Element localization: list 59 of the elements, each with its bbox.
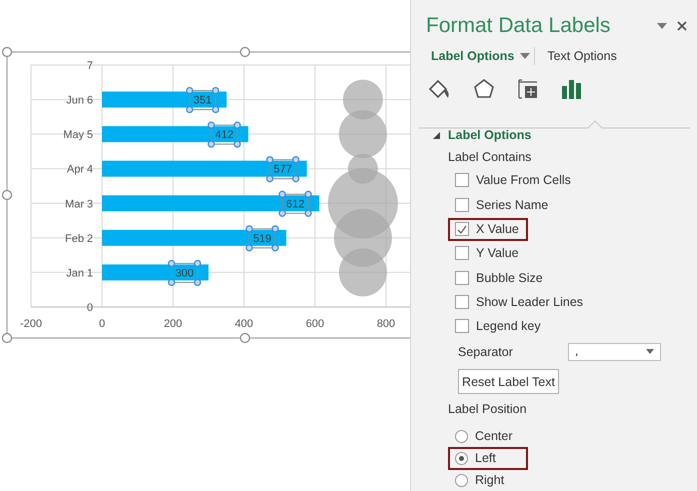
category-label: Jun xyxy=(66,94,84,107)
axis-tick-label: -200 xyxy=(20,318,42,330)
bubble xyxy=(338,248,387,296)
axis-tick-label: 2 xyxy=(86,232,93,245)
category-label: Jan xyxy=(66,267,84,280)
reset-label-text-button[interactable]: Reset Label Text xyxy=(458,369,559,394)
checkbox-option[interactable]: Legend key xyxy=(448,314,548,338)
checkbox-option[interactable]: X Value xyxy=(448,218,528,241)
axis-tick-label: 0 xyxy=(86,302,93,314)
size-properties-icon xyxy=(517,78,539,100)
data-label: 519 xyxy=(253,232,272,245)
category-label: Mar xyxy=(65,198,84,210)
axis-tick-label: 3 xyxy=(86,198,93,210)
axis-tick-label: 0 xyxy=(98,318,106,330)
category-label: May xyxy=(63,129,84,142)
data-label: 412 xyxy=(215,129,234,142)
pane-title: Format Data Labels xyxy=(426,14,612,38)
data-label: 351 xyxy=(193,94,212,107)
axis-tick-label: 800 xyxy=(376,318,396,330)
data-label[interactable]: 612 xyxy=(278,190,312,217)
axis-tick-label: 7 xyxy=(86,60,93,72)
axis-tick-label: 4 xyxy=(86,164,93,176)
close-icon[interactable] xyxy=(677,20,687,31)
data-label[interactable]: 412 xyxy=(208,122,241,148)
pentagon-icon xyxy=(473,78,495,100)
axis-tick-label: 1 xyxy=(86,267,93,280)
caret-icon xyxy=(646,349,654,354)
dropdown-arrow-icon[interactable] xyxy=(520,52,530,59)
radio-option[interactable]: Left xyxy=(448,446,528,470)
checkbox-option[interactable]: Bubble Size xyxy=(448,266,550,290)
axis-tick-label: 5 xyxy=(86,129,93,142)
axis-tick-label: 600 xyxy=(306,318,324,330)
separator-dropdown[interactable]: , xyxy=(568,342,661,361)
checkbox-option[interactable]: Series Name xyxy=(448,193,556,216)
category-label: Apr xyxy=(66,164,84,176)
group-label: Label Contains xyxy=(447,148,532,166)
dropdown-arrow-icon[interactable] xyxy=(657,22,667,29)
data-label[interactable]: 577 xyxy=(266,156,300,182)
radio-option[interactable]: Center xyxy=(448,424,520,448)
group-label: Label Position xyxy=(447,401,528,418)
data-label[interactable]: 519 xyxy=(246,225,279,252)
category-label: Feb xyxy=(65,232,84,245)
checkbox-option[interactable]: Show Leader Lines xyxy=(448,290,590,314)
pane-tab[interactable]: Label Options xyxy=(431,48,520,63)
checkbox-option[interactable]: Value From Cells xyxy=(448,168,578,192)
data-label: 612 xyxy=(286,198,304,210)
radio-option[interactable]: Right xyxy=(448,468,512,491)
section-title[interactable]: Label Options xyxy=(448,128,532,142)
checkmark-icon xyxy=(457,224,467,234)
axis-tick-label: 6 xyxy=(86,94,93,107)
axis-tick-label: 200 xyxy=(164,318,182,330)
pane-tab[interactable]: Text Options xyxy=(547,48,623,63)
checkbox-option[interactable]: Y Value xyxy=(448,242,526,265)
bar-chart-icon xyxy=(561,78,583,100)
collapse-triangle-icon[interactable] xyxy=(433,132,440,139)
separator-label: Separator xyxy=(458,344,514,359)
data-label: 300 xyxy=(175,267,194,280)
data-label: 577 xyxy=(274,164,292,176)
axis-tick-label: 400 xyxy=(234,318,254,330)
